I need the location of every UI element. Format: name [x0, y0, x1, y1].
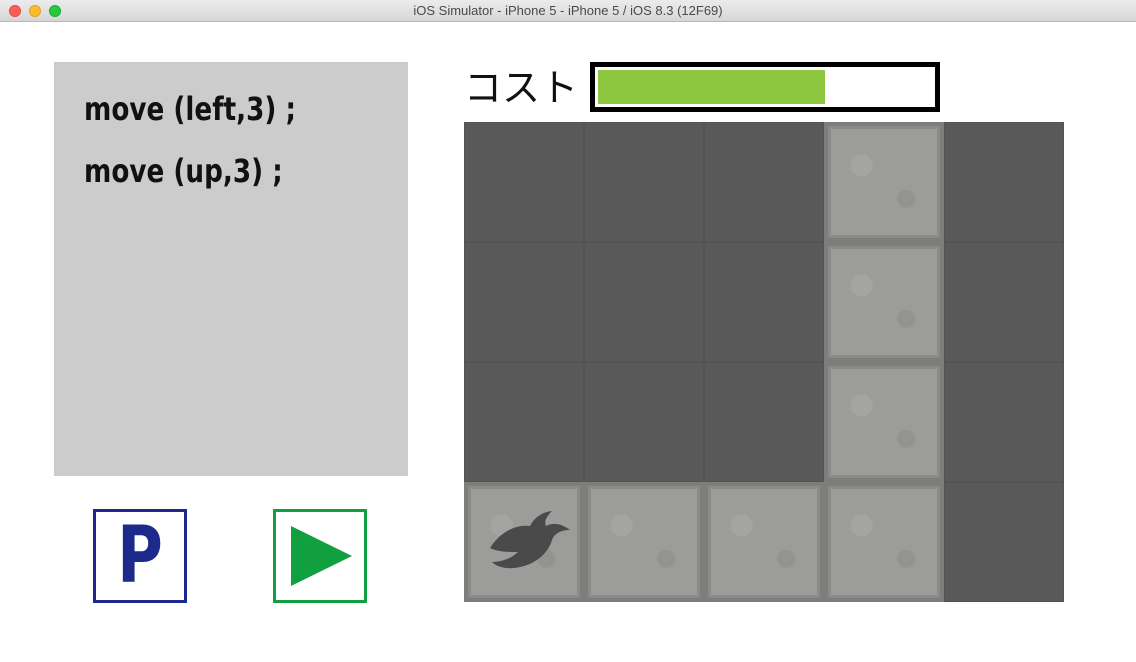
wall-tile — [464, 122, 584, 242]
cost-label: コスト — [464, 66, 579, 110]
wall-tile — [584, 242, 704, 362]
wall-tile — [944, 242, 1064, 362]
wall-tile — [944, 482, 1064, 602]
wall-tile — [704, 242, 824, 362]
code-line: move (up,3) ; — [84, 152, 283, 190]
window-title: iOS Simulator - iPhone 5 - iPhone 5 / iO… — [413, 3, 723, 18]
play-button[interactable] — [273, 509, 367, 603]
program-button[interactable]: P — [93, 509, 187, 603]
title-bar: iOS Simulator - iPhone 5 - iPhone 5 / iO… — [0, 0, 1136, 22]
code-line: move (left,3) ; — [84, 90, 296, 128]
wall-tile — [944, 362, 1064, 482]
path-tile — [584, 482, 704, 602]
path-tile — [464, 482, 584, 602]
cost-meter — [590, 62, 940, 112]
cost-meter-fill — [598, 70, 825, 104]
play-triangle-icon — [291, 526, 352, 586]
code-panel[interactable]: move (left,3) ; move (up,3) ; — [54, 62, 408, 476]
path-tile — [824, 122, 944, 242]
game-board[interactable] — [464, 122, 1064, 602]
path-tile — [824, 362, 944, 482]
path-tile — [704, 482, 824, 602]
path-tile — [824, 242, 944, 362]
path-tile — [824, 482, 944, 602]
wall-tile — [584, 362, 704, 482]
wall-tile — [704, 362, 824, 482]
program-button-label: P — [117, 511, 163, 601]
wall-tile — [464, 362, 584, 482]
bird-icon — [490, 511, 570, 569]
wall-tile — [464, 242, 584, 362]
simulator-window: iOS Simulator - iPhone 5 - iPhone 5 / iO… — [0, 0, 1136, 662]
wall-tile — [704, 122, 824, 242]
wall-tile — [944, 122, 1064, 242]
wall-tile — [584, 122, 704, 242]
